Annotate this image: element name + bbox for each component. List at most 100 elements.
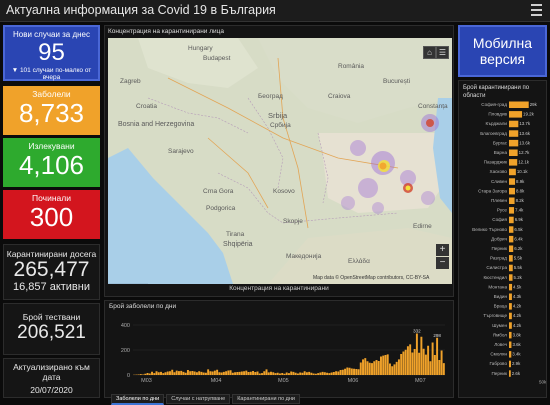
daily-bar[interactable] — [205, 373, 207, 375]
daily-bar[interactable] — [414, 349, 416, 375]
daily-bar[interactable] — [333, 372, 335, 375]
daily-bar[interactable] — [153, 373, 155, 375]
daily-bar[interactable] — [227, 371, 229, 376]
daily-bar[interactable] — [396, 362, 398, 375]
daily-bar[interactable] — [221, 373, 223, 376]
daily-bar[interactable] — [317, 373, 319, 375]
daily-bar[interactable] — [340, 370, 342, 375]
daily-bar[interactable] — [429, 361, 431, 375]
daily-bar[interactable] — [214, 371, 216, 375]
daily-bar[interactable] — [436, 338, 438, 375]
daily-bar[interactable] — [353, 369, 355, 375]
daily-bar[interactable] — [176, 371, 178, 375]
daily-bar[interactable] — [261, 373, 263, 375]
daily-bar[interactable] — [407, 346, 409, 375]
daily-bar[interactable] — [174, 372, 176, 375]
daily-bar[interactable] — [180, 371, 182, 375]
region-bar[interactable] — [509, 150, 518, 157]
region-bar[interactable] — [509, 217, 514, 224]
daily-bar[interactable] — [266, 369, 268, 375]
daily-bar[interactable] — [158, 372, 160, 375]
daily-bar[interactable] — [371, 363, 373, 375]
daily-bar[interactable] — [400, 354, 402, 375]
daily-bar[interactable] — [369, 363, 371, 375]
daily-bar[interactable] — [236, 372, 238, 375]
region-bar[interactable] — [509, 370, 511, 377]
mobile-version-button[interactable]: Мобилна версия — [458, 25, 547, 77]
daily-bar[interactable] — [234, 372, 236, 375]
daily-bar[interactable] — [355, 369, 357, 375]
daily-bar[interactable] — [360, 363, 362, 376]
daily-bar[interactable] — [432, 343, 434, 376]
region-bar[interactable] — [509, 111, 522, 118]
daily-bar[interactable] — [194, 372, 196, 376]
daily-bar[interactable] — [344, 369, 346, 375]
daily-bar[interactable] — [367, 361, 369, 375]
region-bar[interactable] — [509, 246, 513, 253]
daily-bar[interactable] — [438, 360, 440, 375]
daily-bar[interactable] — [167, 372, 169, 376]
tab-quarantined-per-day[interactable]: Карантинирани по дни — [232, 394, 300, 404]
region-bar[interactable] — [509, 351, 511, 358]
daily-bar[interactable] — [245, 371, 247, 375]
daily-bar[interactable] — [250, 372, 252, 375]
daily-bar[interactable] — [382, 356, 384, 375]
tab-cumulative[interactable]: Случаи с натрупване — [166, 394, 230, 404]
daily-bar[interactable] — [196, 372, 198, 375]
daily-bar[interactable] — [420, 337, 422, 375]
daily-bar[interactable] — [138, 375, 140, 376]
daily-bar[interactable] — [160, 372, 162, 375]
daily-bar[interactable] — [331, 373, 333, 376]
daily-bar[interactable] — [198, 371, 200, 375]
daily-bar[interactable] — [263, 371, 265, 375]
daily-bar[interactable] — [207, 369, 209, 375]
daily-bar[interactable] — [230, 370, 232, 375]
daily-bar[interactable] — [393, 364, 395, 375]
daily-bar[interactable] — [313, 374, 315, 376]
region-bar[interactable] — [509, 265, 513, 272]
daily-bar[interactable] — [292, 372, 294, 375]
region-bar[interactable] — [509, 342, 511, 349]
region-bar[interactable] — [509, 102, 529, 109]
region-bar[interactable] — [509, 178, 515, 185]
daily-bar[interactable] — [315, 374, 317, 375]
daily-bar[interactable] — [443, 363, 445, 375]
daily-bar[interactable] — [299, 373, 301, 376]
daily-bar[interactable] — [178, 371, 180, 375]
daily-bar[interactable] — [398, 359, 400, 375]
region-bar[interactable] — [509, 188, 515, 195]
daily-bar[interactable] — [349, 368, 351, 375]
daily-bar[interactable] — [308, 372, 310, 375]
daily-bar[interactable] — [402, 352, 404, 376]
daily-bar[interactable] — [268, 372, 270, 375]
daily-bar[interactable] — [212, 372, 214, 376]
daily-bar[interactable] — [411, 353, 413, 376]
daily-bar[interactable] — [232, 373, 234, 375]
daily-bar[interactable] — [223, 372, 225, 375]
daily-bar[interactable] — [243, 371, 245, 375]
daily-bar[interactable] — [328, 373, 330, 375]
daily-bar[interactable] — [191, 371, 193, 375]
daily-bar[interactable] — [241, 372, 243, 376]
daily-bar[interactable] — [427, 346, 429, 375]
daily-bar[interactable] — [169, 371, 171, 375]
daily-bar[interactable] — [416, 334, 418, 376]
daily-bar[interactable] — [380, 357, 382, 376]
daily-bar[interactable] — [387, 354, 389, 375]
daily-bar[interactable] — [337, 372, 339, 376]
daily-bar[interactable] — [185, 373, 187, 375]
region-bar[interactable] — [509, 198, 515, 205]
daily-bar[interactable] — [286, 373, 288, 376]
daily-bar[interactable] — [203, 373, 205, 376]
region-bar[interactable] — [509, 130, 518, 137]
daily-bar[interactable] — [140, 374, 142, 375]
daily-bar[interactable] — [335, 371, 337, 375]
daily-bar[interactable] — [290, 372, 292, 376]
daily-bar[interactable] — [391, 366, 393, 375]
zoom-in-button[interactable]: + — [436, 244, 449, 256]
region-bar[interactable] — [509, 332, 512, 339]
daily-bar[interactable] — [297, 374, 299, 376]
daily-bar[interactable] — [147, 373, 149, 375]
region-bar[interactable] — [509, 284, 512, 291]
daily-bar[interactable] — [142, 375, 144, 376]
